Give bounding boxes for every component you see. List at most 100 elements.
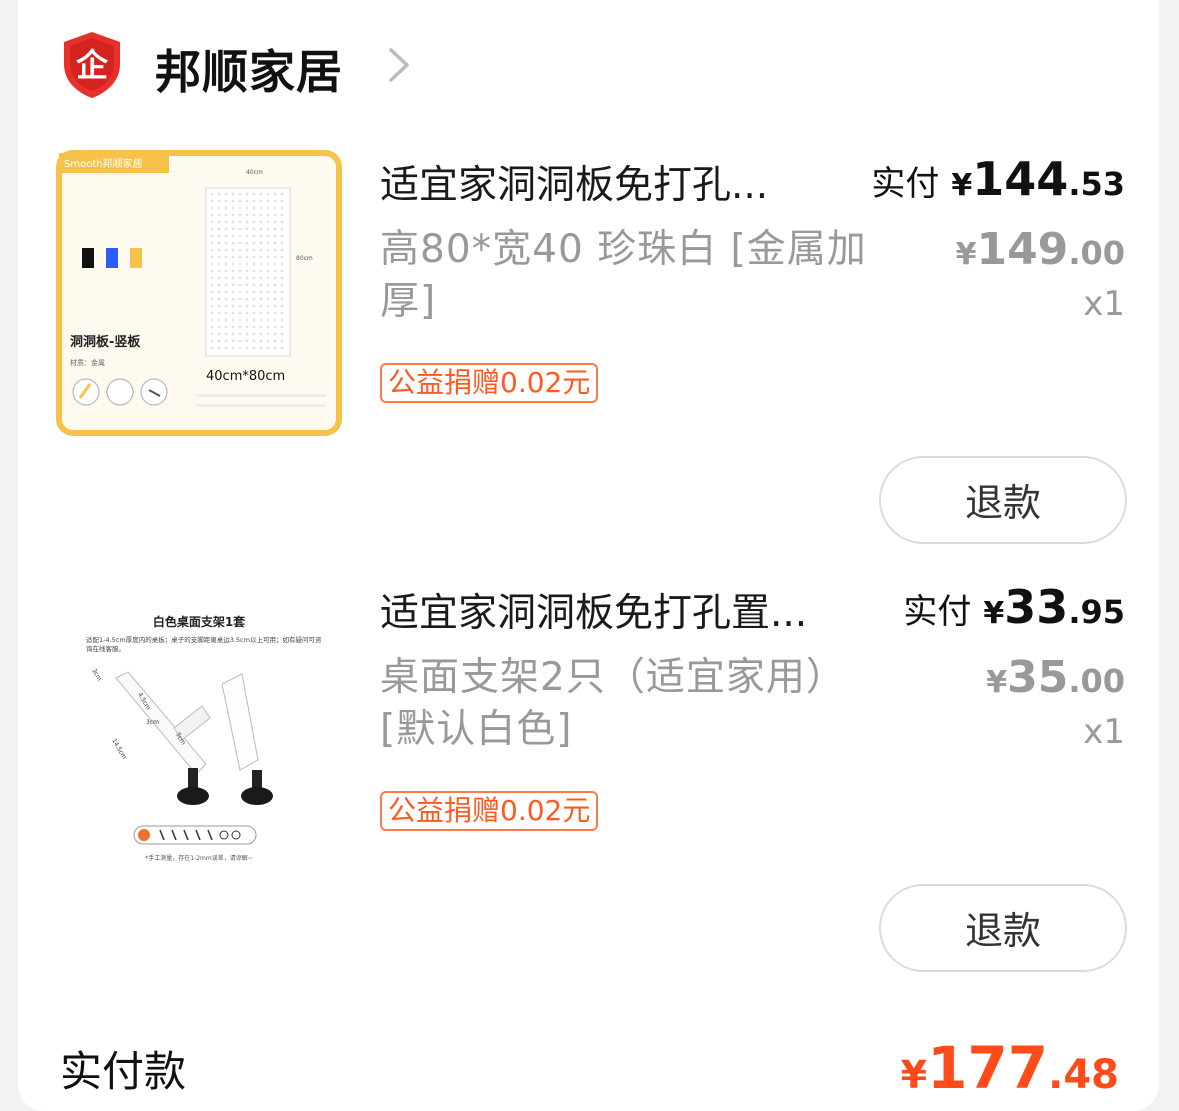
pegboard-hole bbox=[210, 297, 214, 301]
paid-label: 实付 bbox=[871, 164, 940, 204]
pegboard-hole bbox=[224, 206, 228, 210]
paid-dec: .95 bbox=[1068, 593, 1125, 631]
pegboard-hole bbox=[252, 290, 256, 294]
pegboard-hole bbox=[224, 318, 228, 322]
pegboard-hole bbox=[266, 269, 270, 273]
pegboard-hole bbox=[259, 213, 263, 217]
thumb-height-label: 80cm bbox=[296, 255, 313, 262]
pegboard-hole bbox=[224, 311, 228, 315]
pegboard-hole bbox=[224, 290, 228, 294]
pegboard-hole bbox=[210, 339, 214, 343]
product-title[interactable]: 适宜家洞洞板免打孔置... bbox=[380, 582, 880, 638]
pegboard-hole bbox=[280, 311, 284, 315]
pegboard-hole bbox=[266, 339, 270, 343]
pegboard-hole bbox=[210, 206, 214, 210]
pegboard-hole bbox=[245, 346, 249, 350]
pegboard-hole bbox=[224, 192, 228, 196]
pegboard-hole bbox=[245, 234, 249, 238]
pegboard-hole bbox=[252, 269, 256, 273]
pegboard-hole bbox=[273, 276, 277, 280]
pegboard-hole bbox=[280, 248, 284, 252]
order-item[interactable]: 白色桌面支架1套 适配1-4.5cm厚度内的桌板；桌子的支脚距离桌边3.5cm以… bbox=[18, 568, 1159, 998]
product-title[interactable]: 适宜家洞洞板免打孔... bbox=[380, 154, 840, 210]
shop-header[interactable]: 企 邦顺家居 bbox=[18, 0, 1159, 130]
product-thumbnail[interactable]: 白色桌面支架1套 适配1-4.5cm厚度内的桌板；桌子的支脚距离桌边3.5cm以… bbox=[56, 578, 342, 864]
quantity: x1 bbox=[1083, 712, 1125, 752]
pegboard-hole bbox=[266, 199, 270, 203]
pegboard-hole bbox=[217, 199, 221, 203]
pegboard-hole bbox=[273, 213, 277, 217]
pegboard-hole bbox=[266, 241, 270, 245]
pegboard-hole bbox=[245, 318, 249, 322]
total-dec: .48 bbox=[1048, 1052, 1119, 1098]
orig-dec: .00 bbox=[1068, 234, 1125, 272]
pegboard-hole bbox=[224, 241, 228, 245]
pegboard-hole bbox=[259, 255, 263, 259]
pegboard-hole bbox=[266, 234, 270, 238]
pegboard-hole bbox=[259, 325, 263, 329]
pegboard-hole bbox=[259, 192, 263, 196]
pegboard-hole bbox=[238, 227, 242, 231]
pegboard-hole bbox=[280, 213, 284, 217]
pegboard-hole bbox=[217, 297, 221, 301]
pegboard-hole bbox=[217, 332, 221, 336]
total-int: 177 bbox=[927, 1034, 1049, 1102]
pegboard-hole bbox=[210, 248, 214, 252]
pegboard-hole bbox=[245, 262, 249, 266]
pegboard-hole bbox=[231, 269, 235, 273]
pegboard-hole bbox=[252, 346, 256, 350]
pegboard-hole bbox=[245, 325, 249, 329]
pegboard-hole bbox=[238, 255, 242, 259]
pegboard-hole bbox=[217, 311, 221, 315]
pegboard-hole bbox=[210, 227, 214, 231]
pegboard-hole bbox=[217, 206, 221, 210]
pegboard-hole bbox=[217, 304, 221, 308]
pegboard-hole bbox=[224, 220, 228, 224]
pegboard-hole bbox=[217, 283, 221, 287]
pegboard-hole bbox=[224, 297, 228, 301]
orig-dec: .00 bbox=[1068, 662, 1125, 700]
pegboard-hole bbox=[238, 332, 242, 336]
pegboard-hole bbox=[266, 290, 270, 294]
pegboard-hole bbox=[231, 206, 235, 210]
pegboard-hole bbox=[210, 241, 214, 245]
pegboard-hole bbox=[238, 346, 242, 350]
pegboard-hole bbox=[273, 241, 277, 245]
pegboard-hole bbox=[210, 325, 214, 329]
pegboard-hole bbox=[238, 206, 242, 210]
pegboard-hole bbox=[259, 276, 263, 280]
thumb-footnote: *手工测量，存在1-2mm误差，请谅解~ bbox=[145, 854, 253, 862]
pegboard-hole bbox=[280, 346, 284, 350]
pegboard-hole bbox=[266, 332, 270, 336]
pegboard-hole bbox=[273, 206, 277, 210]
paid-int: 144 bbox=[972, 152, 1069, 206]
pegboard-hole bbox=[266, 192, 270, 196]
pegboard-hole bbox=[224, 248, 228, 252]
chevron-right-icon[interactable] bbox=[386, 46, 412, 84]
pegboard-hole bbox=[259, 297, 263, 301]
pegboard-hole bbox=[210, 220, 214, 224]
pegboard-hole bbox=[231, 248, 235, 252]
pegboard-hole bbox=[231, 346, 235, 350]
pegboard-hole bbox=[245, 290, 249, 294]
shop-name[interactable]: 邦顺家居 bbox=[155, 36, 343, 102]
thumb-product-label: 洞洞板-竖板 bbox=[70, 334, 141, 350]
pegboard-hole bbox=[224, 339, 228, 343]
pegboard-hole bbox=[280, 199, 284, 203]
order-item[interactable]: Smooth邦顺家居 40cm 80cm 洞洞板-竖板 材质：金属 40cm*8… bbox=[18, 140, 1159, 570]
refund-button[interactable]: 退款 bbox=[879, 456, 1127, 544]
pegboard-hole bbox=[210, 192, 214, 196]
refund-button[interactable]: 退款 bbox=[879, 884, 1127, 972]
pegboard-hole bbox=[224, 346, 228, 350]
pegboard-hole bbox=[266, 262, 270, 266]
pegboard-hole bbox=[280, 325, 284, 329]
pegboard-hole bbox=[273, 346, 277, 350]
pegboard-hole bbox=[217, 248, 221, 252]
thumb-material: 材质：金属 bbox=[70, 358, 105, 367]
product-thumbnail[interactable]: Smooth邦顺家居 40cm 80cm 洞洞板-竖板 材质：金属 40cm*8… bbox=[56, 150, 342, 436]
pegboard-hole bbox=[252, 199, 256, 203]
pegboard-hole bbox=[231, 297, 235, 301]
pegboard-hole bbox=[238, 234, 242, 238]
pegboard-hole bbox=[224, 325, 228, 329]
pegboard-hole bbox=[224, 213, 228, 217]
